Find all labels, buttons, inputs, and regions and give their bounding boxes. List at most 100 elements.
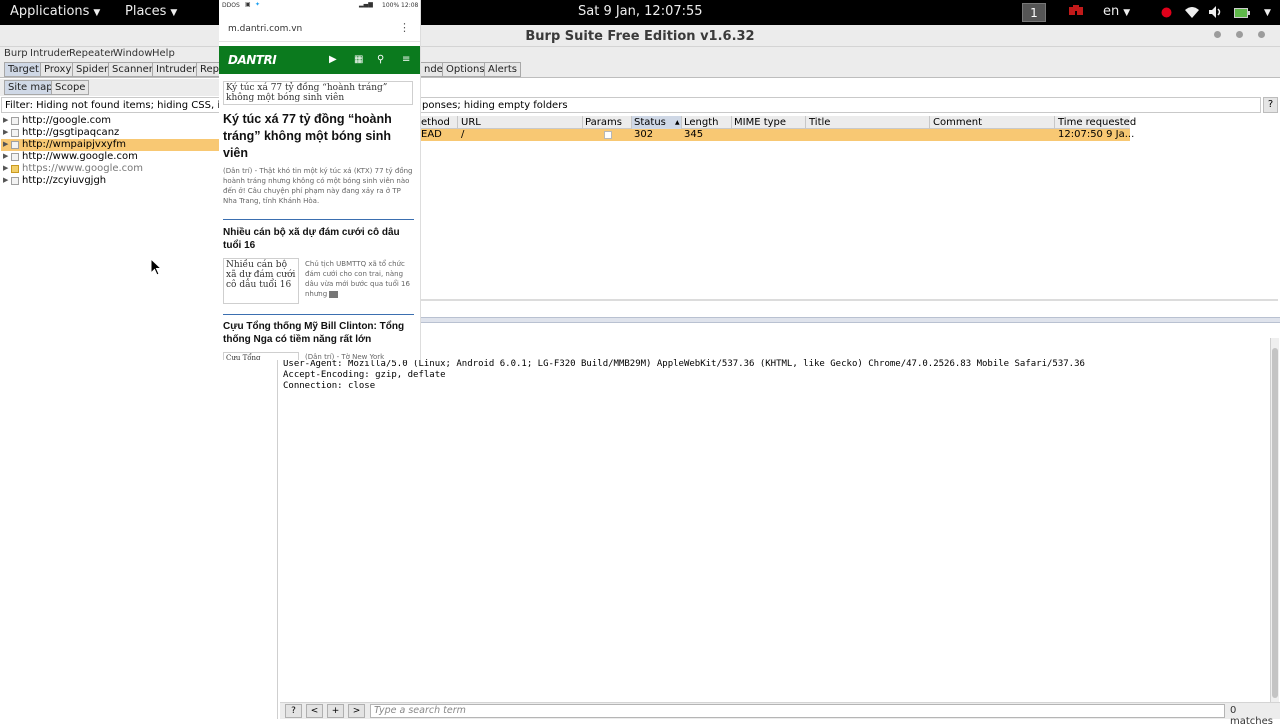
search-icon[interactable]: ⚲ — [377, 54, 384, 65]
dantri-logo[interactable]: DANTRI — [228, 53, 277, 67]
clock[interactable]: Sat 9 Jan, 12:07:55 — [578, 4, 703, 19]
tree-item-wmpaipjvxyfm[interactable]: ▶ http://wmpaipjvxyfm — [1, 139, 219, 151]
language-label: en — [1103, 4, 1120, 19]
pane-splitter[interactable] — [420, 317, 1280, 323]
search-input[interactable]: Type a search term — [370, 704, 1225, 718]
tree-item-gsgtipaqcanz[interactable]: ▶ http://gsgtipaqcanz — [1, 127, 219, 139]
chevron-down-icon: ▼ — [1123, 8, 1131, 18]
scrollbar-thumb[interactable] — [1272, 348, 1278, 698]
tab-spider[interactable]: Spider — [72, 62, 113, 77]
minimize-button[interactable] — [1214, 31, 1221, 38]
col-comment[interactable]: Comment — [933, 117, 982, 128]
system-menu[interactable]: ▼ — [1260, 4, 1271, 19]
gnome-top-bar: Applications ▼ Places ▼ Sat 9 Jan, 12:07:5… — [0, 0, 1280, 25]
article1-summary: (Dân trí) - Thật khó tin một ký túc xá (… — [223, 167, 413, 205]
tab-options[interactable]: Options — [442, 62, 489, 77]
phone-status-right: 100% 12:08 — [382, 2, 419, 9]
col-title[interactable]: Title — [809, 117, 830, 128]
menu-burp[interactable]: Burp — [4, 48, 28, 59]
search-help-button[interactable]: ? — [285, 704, 302, 718]
dantri-header: DANTRI ▶ ▦ ⚲ ≡ — [219, 46, 420, 74]
column-divider — [582, 116, 583, 129]
expand-arrow-icon[interactable]: ▶ — [3, 140, 8, 148]
filter-help-button[interactable]: ? — [1263, 97, 1278, 113]
tree-item-label: http://wmpaipjvxyfm — [22, 139, 126, 150]
record-dot-icon[interactable] — [1161, 7, 1172, 22]
wifi-icon[interactable] — [1184, 5, 1200, 23]
tab-site-map[interactable]: Site map — [4, 80, 57, 95]
grid-icon[interactable]: ▦ — [354, 54, 363, 65]
col-params[interactable]: Params — [585, 117, 622, 128]
table-row[interactable]: EAD / 302 345 12:07:50 9 Ja... — [420, 129, 1134, 141]
col-time-requested[interactable]: Time requested — [1058, 117, 1136, 128]
col-mime-type[interactable]: MIME type — [734, 117, 786, 128]
search-prev-button[interactable]: < — [306, 704, 323, 718]
workspace-indicator[interactable]: 1 — [1022, 3, 1046, 22]
menu-bar: Burp Intruder Repeater Window Help — [0, 47, 1280, 61]
folder-icon — [11, 129, 19, 137]
article2-image[interactable]: Nhiều cán bộ xã dự đám cưới cô dâu tuổi … — [223, 258, 299, 304]
expand-arrow-icon[interactable]: ▶ — [3, 116, 8, 124]
more-options-icon[interactable]: ⋮ — [399, 21, 410, 34]
expand-arrow-icon[interactable]: ▶ — [3, 164, 8, 172]
sort-arrow-icon: ▲ — [675, 119, 680, 126]
hamburger-menu-icon[interactable]: ≡ — [402, 54, 410, 65]
image-icon: ▣ — [245, 1, 251, 8]
column-divider — [681, 116, 682, 129]
tab-target[interactable]: Target — [4, 62, 43, 77]
article1-image[interactable]: Ký túc xá 77 tỷ đồng “hoành tráng” không… — [223, 81, 413, 105]
cell-method: EAD — [421, 129, 442, 140]
phone-address-bar[interactable]: m.dantri.com.vn ⋮ — [219, 16, 420, 42]
tab-proxy[interactable]: Proxy — [40, 62, 76, 77]
recording-icon[interactable] — [1068, 5, 1084, 21]
request-line: Accept-Encoding: gzip, deflate — [283, 370, 446, 380]
places-menu[interactable]: Places ▼ — [125, 4, 177, 19]
article3-image[interactable]: Cựu Tổng — [223, 352, 299, 360]
tab-scanner[interactable]: Scanner — [108, 62, 157, 77]
filter-text-right: ponses; hiding empty folders — [422, 100, 568, 111]
expand-arrow-icon[interactable]: ▶ — [3, 128, 8, 136]
menu-help[interactable]: Help — [152, 48, 175, 59]
tab-scope[interactable]: Scope — [51, 80, 90, 95]
tab-alerts[interactable]: Alerts — [484, 62, 522, 77]
tree-item-zcyiuvgjgh[interactable]: ▶ http://zcyiuvgjgh — [1, 175, 219, 187]
applications-menu[interactable]: Applications ▼ — [10, 4, 100, 19]
video-icon[interactable]: ▶ — [329, 54, 337, 65]
phone-mirror-window[interactable]: DDOS ▣ ✦ ▂▄▆ 100% 12:08 m.dantri.com.vn … — [219, 0, 421, 360]
filter-bar[interactable]: Filter: Hiding not found items; hiding C… — [1, 97, 1261, 113]
menu-repeater[interactable]: Repeater — [69, 48, 114, 59]
tree-item-www-google[interactable]: ▶ http://www.google.com — [1, 151, 219, 163]
search-next-button[interactable]: > — [348, 704, 365, 718]
battery-icon[interactable] — [1234, 7, 1250, 22]
cell-length: 345 — [684, 129, 704, 140]
chevron-down-icon: ▼ — [1264, 8, 1271, 18]
menu-intruder[interactable]: Intruder — [30, 48, 70, 59]
request-text-area[interactable]: User-Agent: Mozilla/5.0 (Linux; Android … — [280, 340, 1270, 700]
tree-item-google[interactable]: ▶ http://google.com — [1, 115, 219, 127]
window-title-bar[interactable]: Burp Suite Free Edition v1.6.32 — [0, 25, 1280, 47]
col-length[interactable]: Length — [684, 117, 719, 128]
article3-title[interactable]: Cựu Tổng thống Mỹ Bill Clinton: Tổng thố… — [223, 320, 415, 346]
camera-badge-icon — [329, 290, 339, 298]
expand-arrow-icon[interactable]: ▶ — [3, 176, 8, 184]
article2-title[interactable]: Nhiều cán bộ xã dự đám cưới cô dâu tuổi … — [223, 226, 415, 252]
col-url[interactable]: URL — [461, 117, 481, 128]
expand-arrow-icon[interactable]: ▶ — [3, 152, 8, 160]
lock-icon — [11, 165, 19, 173]
maximize-button[interactable] — [1236, 31, 1243, 38]
tree-item-label: http://www.google.com — [22, 151, 138, 162]
volume-icon[interactable] — [1208, 5, 1224, 23]
article1-title[interactable]: Ký túc xá 77 tỷ đồng “hoành tráng” không… — [223, 111, 413, 162]
request-scrollbar[interactable] — [1270, 338, 1279, 703]
twitter-icon: ✦ — [255, 1, 261, 8]
col-method[interactable]: ethod — [421, 117, 450, 128]
col-status[interactable]: Status — [634, 117, 666, 128]
menu-window[interactable]: Window — [113, 48, 152, 59]
folder-icon — [11, 153, 19, 161]
search-add-button[interactable]: + — [327, 704, 344, 718]
language-menu[interactable]: en ▼ — [1103, 4, 1130, 19]
tab-intruder[interactable]: Intruder — [152, 62, 201, 77]
tree-item-https-www-google[interactable]: ▶ https://www.google.com — [1, 163, 219, 175]
mouse-cursor-icon — [150, 258, 162, 276]
close-button[interactable] — [1258, 31, 1265, 38]
